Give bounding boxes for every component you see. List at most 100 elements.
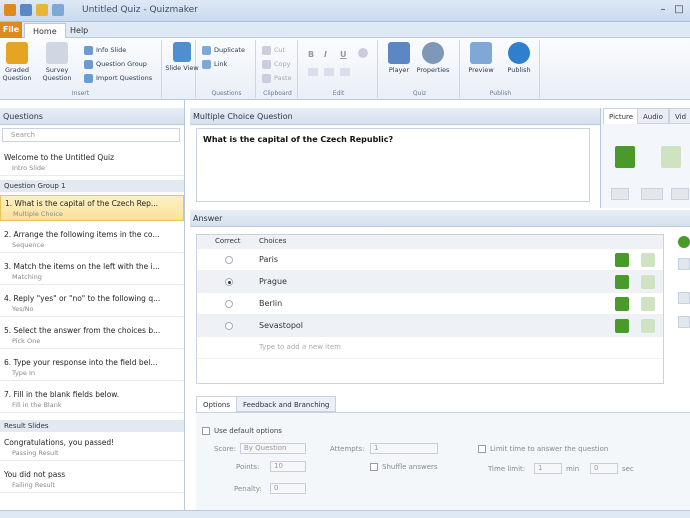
question-item[interactable]: 2. Arrange the following items in the co…	[0, 227, 184, 253]
result-item[interactable]: You did not pass Failing Result	[0, 467, 184, 493]
correct-radio[interactable]	[225, 256, 233, 264]
redo-icon[interactable]	[52, 4, 64, 16]
player-icon	[388, 42, 410, 64]
feedback-icon[interactable]	[615, 275, 629, 289]
tab-audio[interactable]: Audio	[637, 108, 669, 124]
questions-group: Duplicate Link Questions	[198, 40, 256, 98]
correct-radio[interactable]	[225, 300, 233, 308]
slide-view-button[interactable]: Slide View	[165, 42, 199, 82]
options-tab-row: Options Feedback and Branching	[196, 396, 616, 412]
search-input[interactable]: Search	[2, 128, 180, 142]
result-item[interactable]: Congratulations, you passed! Passing Res…	[0, 435, 184, 461]
info-slide-button[interactable]: Info Slide	[84, 45, 126, 56]
slide-view-group: Slide View	[165, 40, 199, 98]
gear-icon	[422, 42, 444, 64]
feedback-icon[interactable]	[615, 253, 629, 267]
graded-question-button[interactable]: Graded Question	[0, 42, 34, 82]
minimize-button[interactable]: –	[656, 3, 670, 17]
attempts-select[interactable]: 1	[370, 443, 438, 454]
tab-picture[interactable]: Picture	[603, 108, 640, 124]
ribbon: Graded Question Survey Question Info Sli…	[0, 38, 690, 100]
quiz-group: Player Properties Quiz	[380, 40, 460, 98]
tab-options[interactable]: Options	[196, 396, 238, 412]
question-item[interactable]: 1. What is the capital of the Czech Rep.…	[0, 195, 184, 221]
result-slides-header: Result Slides	[0, 420, 184, 432]
minutes-stepper[interactable]: 1	[534, 463, 562, 474]
maximize-button[interactable]: □	[672, 3, 686, 17]
edit-icon[interactable]	[641, 319, 655, 333]
color-icon[interactable]	[358, 48, 368, 58]
ribbon-tab-row: File Home Help	[0, 22, 690, 38]
move-up-icon[interactable]	[678, 258, 690, 270]
question-item[interactable]: 4. Reply "yes" or "no" to the following …	[0, 291, 184, 317]
intro-slide-item[interactable]: Welcome to the Untitled Quiz Intro Slide	[0, 150, 184, 176]
picture-option-button[interactable]	[611, 188, 629, 200]
limit-time-checkbox[interactable]	[478, 445, 486, 453]
options-panel: Use default options Score: By Question P…	[196, 412, 690, 510]
question-group-button[interactable]: Question Group	[84, 59, 147, 70]
answer-row[interactable]: Paris	[197, 249, 663, 271]
tab-help[interactable]: Help	[62, 23, 96, 38]
link-button[interactable]: Link	[202, 59, 227, 70]
paste-icon	[262, 74, 271, 83]
new-answer-row[interactable]: Type to add a new item	[197, 337, 663, 359]
bold-icon[interactable]: B	[308, 50, 314, 59]
media-panel: Picture Audio Vid	[600, 108, 690, 208]
add-answer-icon[interactable]	[678, 236, 690, 248]
penalty-stepper[interactable]: 0	[270, 483, 306, 494]
save-icon[interactable]	[20, 4, 32, 16]
undo-icon[interactable]	[36, 4, 48, 16]
move-down-icon[interactable]	[678, 292, 690, 304]
publish-button[interactable]: Publish	[502, 42, 536, 82]
cut-button[interactable]: Cut	[262, 45, 285, 56]
import-questions-button[interactable]: Import Questions	[84, 73, 152, 84]
duplicate-button[interactable]: Duplicate	[202, 45, 245, 56]
seconds-stepper[interactable]: 0	[590, 463, 618, 474]
answer-row[interactable]: Prague	[197, 271, 663, 293]
answer-row[interactable]: Sevastopol	[197, 315, 663, 337]
player-button[interactable]: Player	[382, 42, 416, 82]
points-stepper[interactable]: 10	[270, 461, 306, 472]
insert-picture-icon[interactable]	[615, 146, 635, 168]
copy-button[interactable]: Copy	[262, 59, 291, 70]
picture-option-button[interactable]	[641, 188, 663, 200]
tab-file[interactable]: File	[0, 22, 22, 38]
correct-radio[interactable]	[225, 322, 233, 330]
question-group-header[interactable]: Question Group 1	[0, 180, 184, 192]
survey-question-button[interactable]: Survey Question	[40, 42, 74, 82]
paste-button[interactable]: Paste	[262, 73, 292, 84]
slide-view-icon	[173, 42, 191, 62]
properties-button[interactable]: Properties	[416, 42, 450, 82]
edit-picture-icon[interactable]	[661, 146, 681, 168]
delete-answer-icon[interactable]	[678, 316, 690, 328]
edit-icon[interactable]	[641, 275, 655, 289]
preview-button[interactable]: Preview	[464, 42, 498, 82]
correct-radio[interactable]	[225, 278, 233, 286]
use-default-checkbox[interactable]	[202, 427, 210, 435]
answer-grid: Correct Choices Paris Prague Berlin Seva…	[196, 234, 664, 384]
underline-icon[interactable]: U	[340, 50, 347, 59]
shuffle-checkbox[interactable]	[370, 463, 378, 471]
picture-option-button[interactable]	[671, 188, 689, 200]
edit-icon[interactable]	[641, 253, 655, 267]
answer-row[interactable]: Berlin	[197, 293, 663, 315]
tab-video[interactable]: Vid	[669, 108, 690, 124]
align-left-icon[interactable]	[308, 68, 318, 76]
tab-home[interactable]: Home	[24, 23, 66, 38]
italic-icon[interactable]: I	[324, 50, 327, 59]
question-item[interactable]: 7. Fill in the blank fields below. Fill …	[0, 387, 184, 413]
survey-question-icon	[46, 42, 68, 64]
edit-icon[interactable]	[641, 297, 655, 311]
question-item[interactable]: 6. Type your response into the field bel…	[0, 355, 184, 381]
align-right-icon[interactable]	[340, 68, 350, 76]
feedback-icon[interactable]	[615, 319, 629, 333]
title-bar: Untitled Quiz - Quizmaker – □	[0, 0, 690, 22]
question-text-input[interactable]: What is the capital of the Czech Republi…	[196, 128, 590, 202]
feedback-icon[interactable]	[615, 297, 629, 311]
question-item[interactable]: 3. Match the items on the left with the …	[0, 259, 184, 285]
question-item[interactable]: 5. Select the answer from the choices b.…	[0, 323, 184, 349]
score-select[interactable]: By Question	[240, 443, 306, 454]
question-group-icon	[84, 60, 93, 69]
tab-feedback-branching[interactable]: Feedback and Branching	[236, 396, 337, 412]
align-center-icon[interactable]	[324, 68, 334, 76]
